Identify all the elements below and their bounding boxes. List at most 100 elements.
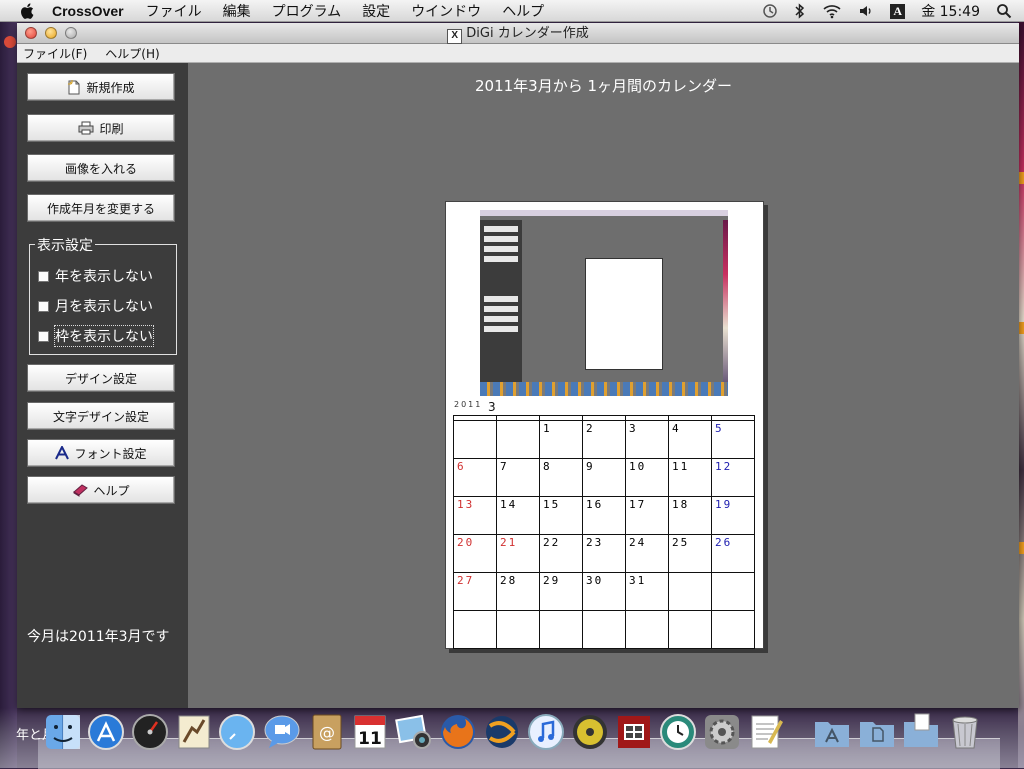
window-menu-file[interactable]: ファイル(F) <box>23 45 87 62</box>
day-cell <box>496 610 540 649</box>
background-close-button[interactable] <box>4 36 16 48</box>
help-button[interactable]: ヘルプ <box>27 476 175 504</box>
day-cell: 7 <box>496 458 540 497</box>
wifi-icon[interactable] <box>822 3 842 19</box>
address-book-icon[interactable]: @ <box>307 712 347 752</box>
spotlight-search-icon[interactable] <box>996 3 1012 19</box>
image-menubar <box>480 210 728 216</box>
day-cell: 29 <box>539 572 583 611</box>
new-button[interactable]: 新規作成 <box>27 73 175 101</box>
bluetooth-icon[interactable] <box>794 3 806 19</box>
day-cell: 2 <box>582 420 626 459</box>
applications-folder-icon[interactable] <box>812 712 852 752</box>
iphoto-icon[interactable] <box>394 712 434 752</box>
calendar-year: 2011 <box>454 400 483 409</box>
image-right-edge <box>723 220 728 382</box>
insert-image-button[interactable]: 画像を入れる <box>27 154 175 182</box>
menu-help[interactable]: ヘルプ <box>502 1 544 21</box>
ichat-icon[interactable] <box>262 712 302 752</box>
day-cell: 31 <box>625 572 669 611</box>
day-cell: 3 <box>625 420 669 459</box>
day-cell: 27 <box>453 572 497 611</box>
app-menu-crossover[interactable]: CrossOver <box>52 3 124 19</box>
day-cell: 28 <box>496 572 540 611</box>
dashboard-icon[interactable] <box>130 712 170 752</box>
hide-frame-checkbox[interactable]: 枠を表示しない <box>38 325 154 347</box>
window-menu-help[interactable]: ヘルプ(H) <box>105 45 159 62</box>
font-settings-button[interactable]: フォント設定 <box>27 439 175 467</box>
day-cell: 21 <box>496 534 540 573</box>
checkbox-box[interactable] <box>38 330 49 342</box>
day-cell: 30 <box>582 572 626 611</box>
menu-edit[interactable]: 編集 <box>223 1 251 21</box>
textedit-icon[interactable] <box>746 712 786 752</box>
day-cell <box>625 610 669 649</box>
volume-icon[interactable] <box>858 3 874 19</box>
input-menu-icon[interactable]: A <box>890 3 906 19</box>
window-menu-bar: ファイル(F) ヘルプ(H) <box>17 44 1019 63</box>
ical-date: 11 <box>358 729 382 749</box>
day-cell: 25 <box>668 534 712 573</box>
day-cell: 22 <box>539 534 583 573</box>
calendar-grid: 1 2 3 4 5 6 7 8 9 10 11 12 13 14 15 16 1… <box>453 415 755 649</box>
time-machine-status-icon[interactable] <box>762 3 778 19</box>
safari-icon[interactable] <box>217 712 257 752</box>
day-cell: 6 <box>453 458 497 497</box>
help-book-icon <box>72 483 89 497</box>
day-cell: 1 <box>539 420 583 459</box>
finder-icon[interactable] <box>43 712 83 752</box>
image-button <box>484 306 518 312</box>
current-month-label: 今月は2011年3月です <box>27 629 170 645</box>
design-settings-button[interactable]: デザイン設定 <box>27 364 175 392</box>
image-button <box>484 226 518 232</box>
day-cell: 10 <box>625 458 669 497</box>
day-cell: 8 <box>539 458 583 497</box>
menu-settings[interactable]: 設定 <box>362 1 390 21</box>
change-month-button[interactable]: 作成年月を変更する <box>27 194 175 222</box>
downloads-folder-icon[interactable] <box>901 712 941 752</box>
ical-icon[interactable]: 11 <box>350 712 390 752</box>
trash-icon[interactable] <box>945 712 985 752</box>
day-cell <box>453 420 497 459</box>
text-design-settings-button[interactable]: 文字デザイン設定 <box>27 402 175 430</box>
window-title: X DiGi カレンダー作成 <box>17 23 1019 44</box>
print-button[interactable]: 印刷 <box>27 114 175 142</box>
calendar-month: 3 <box>488 400 496 414</box>
app-store-icon[interactable] <box>86 712 126 752</box>
font-a-icon <box>55 446 70 460</box>
day-cell <box>711 572 755 611</box>
crossover-x-icon: X <box>447 29 463 44</box>
itunes-icon[interactable] <box>526 712 566 752</box>
sidebar: 新規作成 印刷 画像を入れる 作成年月を変更する 表示設定 年を表示しない 月を… <box>17 63 188 708</box>
checkbox-box[interactable] <box>38 270 49 282</box>
day-cell: 12 <box>711 458 755 497</box>
week-row: 20 21 22 23 24 25 26 <box>453 534 755 573</box>
menubar-clock[interactable]: 金 15:49 <box>921 1 980 21</box>
system-preferences-icon[interactable] <box>702 712 742 752</box>
week-row <box>453 610 755 649</box>
hide-year-checkbox[interactable]: 年を表示しない <box>38 266 153 286</box>
time-machine-icon[interactable] <box>658 712 698 752</box>
day-cell: 14 <box>496 496 540 535</box>
photo-booth-icon[interactable] <box>614 712 654 752</box>
day-cell <box>582 610 626 649</box>
mac-menu-bar: CrossOver ファイル 編集 プログラム 設定 ウインドウ ヘルプ A 金… <box>0 0 1024 22</box>
apple-menu-icon[interactable] <box>18 1 38 21</box>
documents-folder-icon[interactable] <box>857 712 897 752</box>
day-cell: 26 <box>711 534 755 573</box>
day-cell: 13 <box>453 496 497 535</box>
checkbox-box[interactable] <box>38 300 49 312</box>
dvd-player-icon[interactable] <box>570 712 610 752</box>
day-cell: 19 <box>711 496 755 535</box>
menu-file[interactable]: ファイル <box>146 1 202 21</box>
mail-icon[interactable] <box>174 712 214 752</box>
day-cell: 11 <box>668 458 712 497</box>
menu-window[interactable]: ウインドウ <box>411 1 481 21</box>
digi-calendar-window: X DiGi カレンダー作成 ファイル(F) ヘルプ(H) 新規作成 印刷 画像を… <box>17 23 1019 708</box>
menu-program[interactable]: プログラム <box>272 1 342 21</box>
firefox-icon[interactable] <box>438 712 478 752</box>
hide-month-checkbox[interactable]: 月を表示しない <box>38 296 153 316</box>
window-titlebar[interactable]: X DiGi カレンダー作成 <box>17 23 1019 44</box>
crossover-icon[interactable] <box>482 712 522 752</box>
day-cell: 9 <box>582 458 626 497</box>
